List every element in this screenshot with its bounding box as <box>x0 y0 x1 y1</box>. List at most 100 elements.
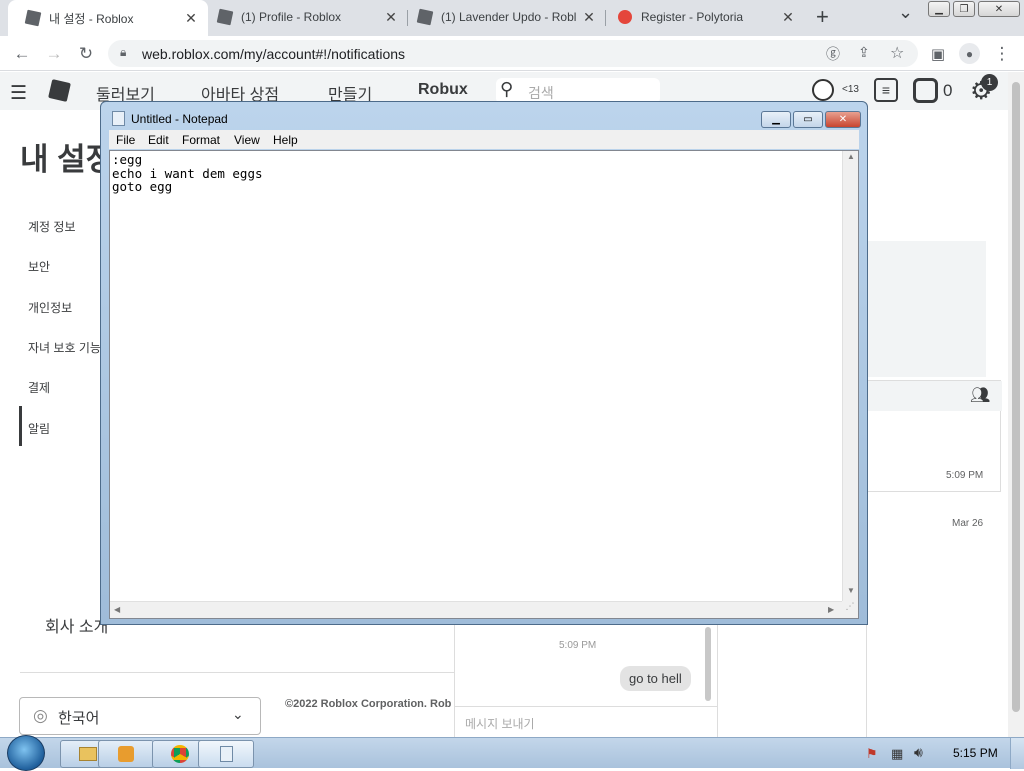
sidebar-item-billing[interactable]: 결제 <box>28 379 50 396</box>
chevron-down-icon: ⌄ <box>232 706 244 722</box>
folder-icon <box>79 747 97 761</box>
conversation-panel: 5:09 PM go to hell 메시지 보내기 <box>454 625 718 737</box>
chat-window: 👥︎ 5:09 PM <box>866 380 1002 492</box>
url-text: web.roblox.com/my/account#!/notification… <box>142 46 406 62</box>
message-input[interactable]: 메시지 보내기 <box>465 715 535 732</box>
tab-title: 내 설정 - Roblox <box>49 11 134 26</box>
close-tab-icon[interactable]: ✕ <box>382 8 400 26</box>
friends-count: <13 <box>842 84 859 95</box>
sidebar-item-privacy[interactable]: 개인정보 <box>28 299 72 316</box>
tab-polytoria-register[interactable]: Register - Polytoria ✕ <box>600 0 805 34</box>
notepad-text-area[interactable]: :egg echo i want dem eggs goto egg ▲ ▼ ◀… <box>109 150 859 619</box>
globe-icon: ◎ <box>33 706 48 725</box>
share-icon[interactable]: ⇪ <box>858 44 870 61</box>
menu-file[interactable]: File <box>116 133 135 147</box>
system-clock[interactable]: 5:15 PM <box>953 746 998 760</box>
search-icon: ⚲ <box>500 79 514 99</box>
robux-icon[interactable] <box>913 78 938 103</box>
roblox-favicon-icon <box>416 8 434 26</box>
copyright-text: ©2022 Roblox Corporation. Rob <box>285 698 452 710</box>
footer-link-about[interactable]: 회사 소개 <box>45 613 108 637</box>
side-panel-icon[interactable]: ▣ <box>926 42 950 66</box>
sidebar-item-notifications[interactable]: 알림 <box>28 420 50 437</box>
sidebar-item-account-info[interactable]: 계정 정보 <box>28 218 76 235</box>
language-select[interactable]: ◎ 한국어 ⌄ <box>19 697 261 735</box>
tab-title: Register - Polytoria <box>641 10 744 24</box>
message-input-divider <box>455 706 717 707</box>
scroll-right-icon[interactable]: ▶ <box>828 605 834 614</box>
taskbar-notepad-button[interactable] <box>198 740 254 768</box>
scroll-thumb[interactable] <box>1012 82 1020 712</box>
conversation-scrollbar[interactable] <box>705 627 711 701</box>
polytoria-favicon-icon <box>618 10 632 24</box>
browser-menu-icon[interactable]: ⋮ <box>990 42 1014 66</box>
horizontal-scrollbar[interactable]: ◀ ▶ <box>110 601 842 618</box>
translate-icon[interactable]: ⓖ <box>826 44 840 64</box>
new-tab-button[interactable]: + <box>816 4 829 30</box>
notepad-content[interactable]: :egg echo i want dem eggs goto egg <box>112 153 263 194</box>
menu-view[interactable]: View <box>234 133 260 147</box>
scroll-down-icon[interactable]: ▼ <box>847 586 855 595</box>
scroll-left-icon[interactable]: ◀ <box>114 605 120 614</box>
notifications-icon[interactable]: ≡ <box>874 78 898 102</box>
sidebar-item-security[interactable]: 보안 <box>28 258 50 275</box>
chat-message-bubble: go to hell <box>620 666 691 691</box>
close-tab-icon[interactable]: ✕ <box>182 9 200 27</box>
chat-time: 5:09 PM <box>946 470 984 481</box>
vertical-scrollbar[interactable]: ▲ ▼ <box>842 151 858 601</box>
close-tab-icon[interactable]: ✕ <box>779 8 797 26</box>
footer-divider <box>20 672 454 673</box>
sidebar-item-parental-controls[interactable]: 자녀 보호 기능 <box>28 339 101 356</box>
profile-avatar-icon[interactable]: ● <box>959 43 980 64</box>
volume-icon[interactable]: 🔊︎ <box>914 744 923 761</box>
restore-window-button[interactable]: ❐ <box>953 1 975 17</box>
taskbar: ⚑ ▦ 🔊︎ 5:15 PM <box>0 735 1024 771</box>
forward-icon[interactable]: → <box>42 42 66 66</box>
settings-badge: 1 <box>981 74 998 91</box>
tab-search-button[interactable]: ⌄ <box>898 2 913 23</box>
action-center-flag-icon[interactable]: ⚑ <box>866 746 878 762</box>
resize-grip-icon[interactable]: ⋰ <box>842 601 858 618</box>
minimize-window-button[interactable]: ▁ <box>928 1 950 17</box>
add-friends-icon[interactable]: 👥︎ <box>970 385 990 405</box>
bookmark-star-icon[interactable]: ☆ <box>890 43 904 63</box>
back-icon[interactable]: ← <box>10 42 34 66</box>
notepad-window: Untitled - Notepad ▁ ▭ ✕ File Edit Forma… <box>100 101 868 625</box>
notepad-close-button[interactable]: ✕ <box>825 111 861 128</box>
tab-title: (1) Lavender Updo - Robl <box>441 10 577 24</box>
show-desktop-button[interactable] <box>1010 738 1024 769</box>
tab-roblox-settings[interactable]: 내 설정 - Roblox ✕ <box>8 0 208 36</box>
lock-icon[interactable]: 🔒︎ <box>120 45 126 60</box>
nav-robux[interactable]: Robux <box>418 81 468 99</box>
chrome-icon <box>171 745 189 763</box>
tab-lavender-updo[interactable]: (1) Lavender Updo - Robl ✕ <box>400 0 606 34</box>
browser-toolbar: ← → ↻ 🔒︎ web.roblox.com/my/account#!/not… <box>0 36 1024 71</box>
scroll-up-icon[interactable]: ▲ <box>847 152 855 161</box>
conversation-time: 5:09 PM <box>559 640 597 651</box>
user-avatar-icon[interactable] <box>812 79 834 101</box>
chat-date: Mar 26 <box>952 518 984 529</box>
settings-panel-background <box>866 241 986 377</box>
notepad-maximize-button[interactable]: ▭ <box>793 111 823 128</box>
address-bar[interactable]: 🔒︎ web.roblox.com/my/account#!/notificat… <box>108 40 918 67</box>
hamburger-menu-icon[interactable]: ☰ <box>10 82 27 105</box>
page-scrollbar[interactable] <box>1008 72 1024 737</box>
roblox-logo-icon[interactable] <box>48 79 71 102</box>
taskbar-media-player-button[interactable] <box>98 740 154 768</box>
menu-edit[interactable]: Edit <box>148 133 169 147</box>
roblox-favicon-icon <box>216 8 234 26</box>
robux-balance: 0 <box>943 81 953 100</box>
tab-roblox-profile[interactable]: (1) Profile - Roblox ✕ <box>200 0 408 34</box>
start-button-icon[interactable] <box>7 735 45 771</box>
notepad-minimize-button[interactable]: ▁ <box>761 111 791 128</box>
notepad-app-icon <box>112 111 125 126</box>
browser-tab-strip: 내 설정 - Roblox ✕ (1) Profile - Roblox ✕ (… <box>0 0 1024 36</box>
close-tab-icon[interactable]: ✕ <box>580 8 598 26</box>
menu-format[interactable]: Format <box>182 133 220 147</box>
roblox-favicon-icon <box>24 9 42 27</box>
network-icon[interactable]: ▦ <box>891 746 903 762</box>
close-window-button[interactable]: ✕ <box>978 1 1020 17</box>
reload-icon[interactable]: ↻ <box>74 42 98 66</box>
notepad-title: Untitled - Notepad <box>131 112 228 126</box>
menu-help[interactable]: Help <box>273 133 298 147</box>
